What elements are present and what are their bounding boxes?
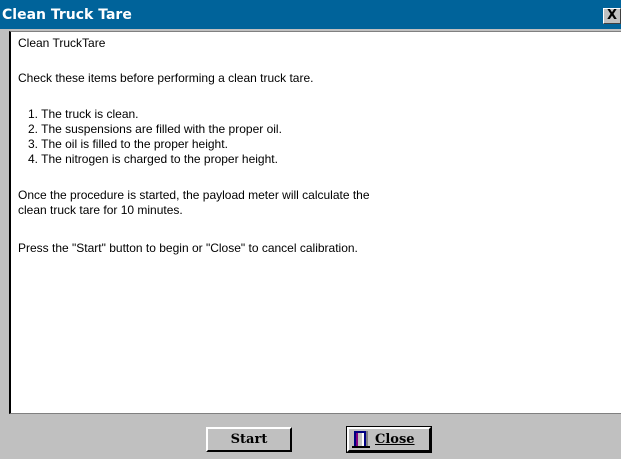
close-button-label: Close [375, 432, 415, 447]
title-bar[interactable]: Clean Truck Tare X [0, 0, 621, 29]
close-button[interactable]: Close [346, 426, 432, 453]
procedure-note-line-1: Once the procedure is started, the paylo… [18, 188, 370, 202]
start-button[interactable]: Start [206, 427, 292, 452]
instructions-intro: Check these items before performing a cl… [18, 71, 314, 85]
clean-truck-tare-dialog: Clean Truck Tare X Clean TruckTare Check… [0, 0, 621, 459]
start-instruction: Press the "Start" button to begin or "Cl… [18, 241, 358, 255]
instructions-panel: Clean TruckTare Check these items before… [9, 31, 621, 414]
checklist-item-2: 2. The suspensions are filled with the p… [28, 122, 282, 136]
button-bar: Start Close [9, 414, 621, 459]
close-window-button[interactable]: X [603, 8, 621, 24]
checklist-item-1: 1. The truck is clean. [28, 107, 139, 121]
checklist-item-3: 3. The oil is filled to the proper heigh… [28, 137, 228, 151]
door-icon [352, 431, 370, 448]
instructions-heading: Clean TruckTare [18, 36, 106, 50]
checklist-item-4: 4. The nitrogen is charged to the proper… [28, 152, 278, 166]
procedure-note-line-2: clean truck tare for 10 minutes. [18, 203, 183, 217]
window-title: Clean Truck Tare [2, 7, 132, 23]
